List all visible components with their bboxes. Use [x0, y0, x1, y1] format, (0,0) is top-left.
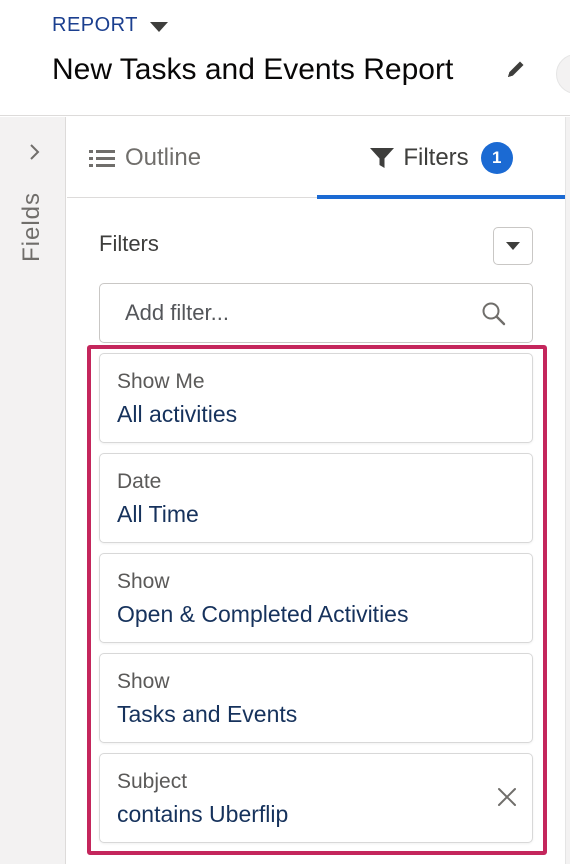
report-title: New Tasks and Events Report	[52, 53, 454, 86]
report-header: REPORT New Tasks and Events Report	[0, 0, 570, 116]
filter-value: Open & Completed Activities	[117, 601, 409, 627]
filter-item-show-me[interactable]: Show Me All activities	[99, 353, 533, 443]
filter-value: All activities	[117, 401, 238, 427]
filter-item-date[interactable]: Date All Time	[99, 453, 533, 543]
panel-tabs: Outline Filters 1	[67, 117, 565, 199]
header-action-button[interactable]	[556, 54, 570, 94]
filter-value: contains Uberflip	[117, 801, 289, 827]
funnel-icon	[370, 147, 395, 168]
filter-item-subject[interactable]: Subject contains Uberflip	[99, 753, 533, 843]
filter-item-show-type[interactable]: Show Tasks and Events	[99, 653, 533, 743]
filter-label: Show	[117, 670, 170, 693]
filters-menu-button[interactable]	[493, 227, 533, 265]
tab-filters-label: Filters	[403, 143, 469, 171]
filter-label: Show Me	[117, 370, 205, 393]
filters-heading: Filters	[99, 231, 159, 256]
filter-label: Date	[117, 470, 162, 493]
report-type-label: REPORT	[52, 14, 138, 36]
chevron-right-icon	[30, 144, 40, 160]
filter-value: Tasks and Events	[117, 701, 298, 727]
tab-outline-label: Outline	[125, 143, 202, 171]
filter-label: Show	[117, 570, 170, 593]
filter-value: All Time	[117, 501, 199, 527]
caret-down-icon	[506, 242, 520, 250]
pencil-icon[interactable]	[505, 58, 527, 80]
report-type-menu[interactable]: REPORT	[52, 14, 168, 37]
filter-label: Subject	[117, 770, 188, 793]
close-icon[interactable]	[496, 786, 518, 808]
search-icon	[482, 302, 506, 326]
filter-item-show-status[interactable]: Show Open & Completed Activities	[99, 553, 533, 643]
add-filter-input[interactable]	[101, 285, 471, 341]
caret-down-icon	[149, 21, 168, 32]
filter-count-badge: 1	[480, 141, 513, 174]
add-filter-field	[99, 283, 533, 343]
list-icon	[89, 149, 115, 167]
tab-filters[interactable]: Filters 1	[317, 117, 565, 199]
tab-outline[interactable]: Outline	[89, 117, 201, 198]
fields-label: Fields	[18, 191, 45, 262]
panel-edge	[565, 117, 570, 864]
fields-panel-toggle[interactable]: Fields	[0, 117, 66, 864]
